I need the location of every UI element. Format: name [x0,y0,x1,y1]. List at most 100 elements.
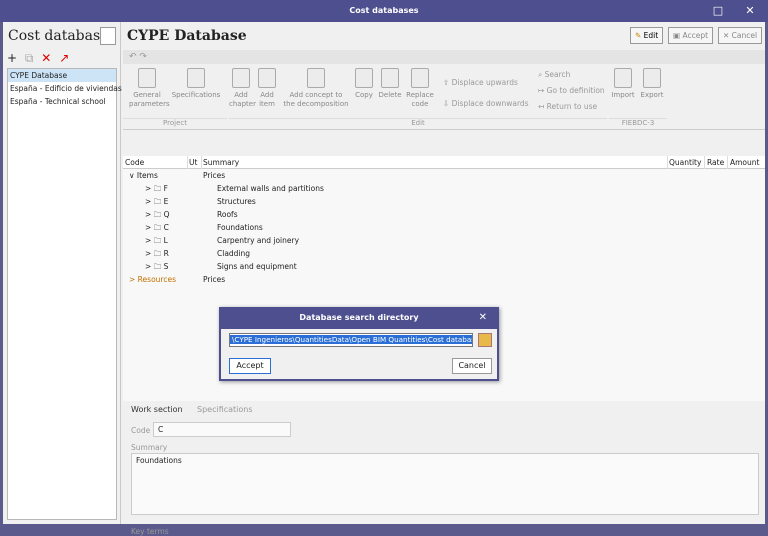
accept-button[interactable]: Accept [229,358,271,374]
tree-summary: Cladding [217,249,251,258]
clipboard-icon [187,68,205,88]
add-chapter-button[interactable]: Add chapter [229,68,256,109]
search-directory-dialog: Database search directory ✕ \CYPE Ingeni… [219,307,499,381]
arrow-down-icon: ⇩ [443,99,452,108]
tree-row[interactable]: > 🗀 L [145,234,168,247]
folder-icon: 🗀 [153,236,164,245]
cancel-button[interactable]: Cancel [452,358,492,374]
rb-label: Displace upwards [451,78,518,87]
col-amount[interactable]: Amount [730,156,759,169]
col-ut[interactable]: Ut [189,156,197,169]
gear-icon [138,68,156,88]
specifications-button[interactable]: Specifications [171,68,221,100]
col-code[interactable]: Code [125,156,144,169]
tree-row-resources[interactable]: > Resources [129,273,176,286]
tree-code: R [163,249,169,258]
tab-work-section[interactable]: Work section [131,403,183,417]
cancel-button[interactable]: ✕ Cancel [718,27,763,44]
code-field[interactable]: C [153,422,291,437]
minimize-button[interactable]: □ [703,0,733,22]
open-icon[interactable]: ↗ [59,51,69,65]
col-rate[interactable]: Rate [707,156,724,169]
delete-icon[interactable]: ✕ [41,51,51,65]
chevron-right-icon: > [145,236,154,245]
go-definition-button[interactable]: ↦ Go to definition [538,86,605,95]
database-list: CYPE Database España - Edificio de vivie… [7,68,122,520]
rb-label: Copy [355,91,373,99]
chevron-right-icon: > [145,184,154,193]
list-item[interactable]: CYPE Database [8,69,116,82]
new-document-button[interactable] [100,27,116,45]
ribbon: General parameters Specifications Add chap… [123,64,765,130]
folder-open-icon[interactable] [478,333,492,347]
rb-label: parameters [129,100,170,108]
rb-label: Add [234,91,248,99]
import-button[interactable]: Import [610,68,636,100]
summary-field[interactable]: Foundations [131,453,759,515]
close-window-button[interactable]: ✕ [735,0,765,22]
x-icon: ✕ [723,31,732,40]
left-toolbar: + ⧉ ✕ ↗ [3,50,120,66]
rb-label: Replace [406,91,434,99]
group-fiebdc: FIEBDC-3 [609,118,667,129]
edit-label: Edit [643,31,659,40]
rb-label: Go to definition [546,86,605,95]
dialog-close-button[interactable]: ✕ [479,307,487,329]
add-icon[interactable]: + [7,51,17,65]
chevron-down-icon: ∨ [129,171,137,180]
tab-specifications[interactable]: Specifications [197,403,253,417]
delete-icon [381,68,399,88]
list-item[interactable]: España - Edificio de viviendas [8,82,122,95]
dialog-title: Database search directory [299,313,419,322]
displace-up-button[interactable]: ⇧ Displace upwards [443,78,518,87]
return-icon: ↤ [538,102,547,111]
tree-summary: Roofs [217,210,238,219]
col-summary[interactable]: Summary [203,156,239,169]
folder-icon: 🗀 [153,223,164,232]
folder-icon: 🗀 [153,262,164,271]
window-title: Cost databases [0,0,768,22]
chevron-right-icon: > [145,223,154,232]
tree-row[interactable]: > 🗀 E [145,195,168,208]
return-button[interactable]: ↤ Return to use [538,102,597,111]
delete-button[interactable]: Delete [378,68,402,100]
rb-label: Export [640,91,664,99]
add-item-button[interactable]: Add item [256,68,278,109]
col-quantity[interactable]: Quantity [669,156,701,169]
export-button[interactable]: Export [639,68,665,100]
import-icon [614,68,632,88]
chapter-icon [232,68,250,88]
add-concept-button[interactable]: Add concept to the decomposition [283,68,349,109]
accept-label: Accept [682,31,709,40]
tree-row[interactable]: > 🗀 F [145,182,168,195]
table-header: Code Ut Summary Quantity Rate Amount [123,156,765,169]
rb-label: Import [611,91,635,99]
displace-down-button[interactable]: ⇩ Displace downwards [443,99,529,108]
accept-button[interactable]: ▣ Accept [668,27,714,44]
rb-label: Displace downwards [451,99,529,108]
tree-row[interactable]: > 🗀 R [145,247,169,260]
tree-row-items[interactable]: ∨ Items [129,169,158,182]
search-button[interactable]: ⌕ Search [538,70,570,80]
replace-icon [411,68,429,88]
chevron-right-icon: > [129,275,138,284]
tree-code: L [163,236,168,245]
undo-redo-bar[interactable]: ↶ ↷ [123,50,765,64]
edit-button[interactable]: ✎ Edit [630,27,664,44]
replace-code-button[interactable]: Replace code [405,68,435,109]
list-item[interactable]: España - Technical school [8,95,116,108]
tree-summary: Prices [203,275,226,284]
copy-button[interactable]: Copy [353,68,375,100]
tree-row[interactable]: > 🗀 S [145,260,168,273]
directory-input[interactable]: \CYPE Ingenieros\QuantitiesData\Open BIM… [229,333,473,347]
tree-row[interactable]: > 🗀 Q [145,208,169,221]
tree-row[interactable]: > 🗀 C [145,221,169,234]
copy-icon[interactable]: ⧉ [25,51,34,65]
tree-code: S [163,262,169,271]
search-icon: ⌕ [538,70,545,79]
folder-icon: 🗀 [153,210,164,219]
main-frame: Cost databases + ⧉ ✕ ↗ CYPE Database Esp… [3,22,765,536]
general-parameters-button[interactable]: General parameters [129,68,170,109]
tree-code: Q [163,210,170,219]
edit-icon: ✎ [635,31,644,40]
